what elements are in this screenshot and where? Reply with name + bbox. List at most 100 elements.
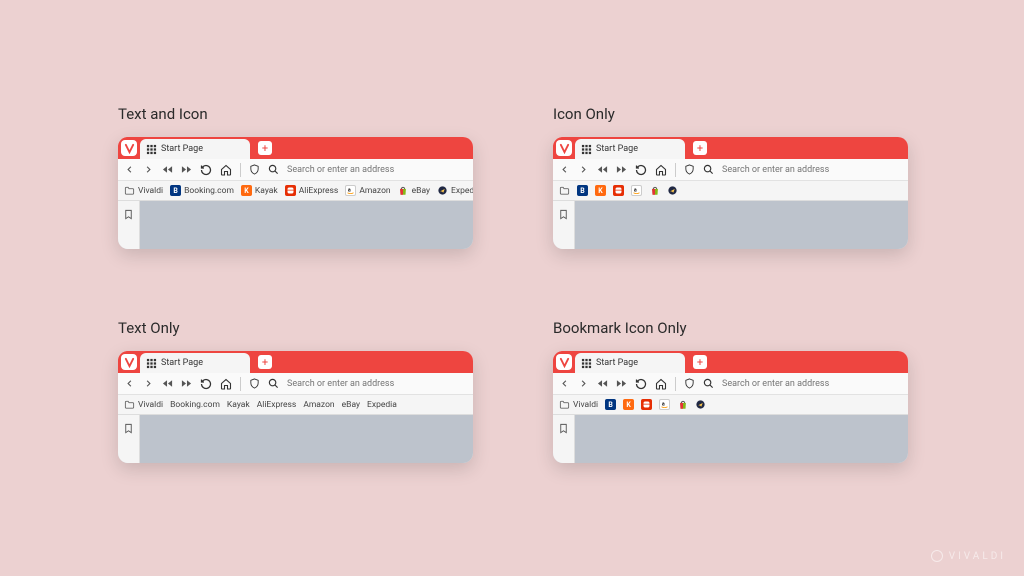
vivaldi-menu-button[interactable] — [118, 137, 140, 159]
address-input[interactable] — [287, 165, 467, 175]
new-tab-button[interactable]: + — [693, 141, 707, 155]
address-input[interactable] — [722, 165, 902, 175]
forward-button[interactable] — [578, 164, 589, 175]
back-button[interactable] — [124, 164, 135, 175]
home-button[interactable] — [655, 378, 667, 390]
bookmarks-panel-icon[interactable] — [558, 205, 569, 224]
bookmark-item[interactable]: K — [623, 399, 634, 410]
bookmark-label: Booking.com — [184, 186, 234, 196]
reload-button[interactable] — [635, 378, 647, 390]
bookmarks-panel-icon[interactable] — [123, 419, 134, 438]
back-button[interactable] — [559, 164, 570, 175]
fast-forward-button[interactable] — [616, 164, 627, 175]
bookmark-item[interactable] — [695, 399, 706, 410]
back-button[interactable] — [559, 378, 570, 389]
search-icon — [703, 164, 714, 175]
bookmark-favicon — [559, 185, 570, 196]
address-input[interactable] — [722, 379, 902, 389]
bookmark-item[interactable]: Vivaldi — [559, 399, 598, 410]
active-tab[interactable]: Start Page — [140, 353, 250, 373]
fast-forward-button[interactable] — [181, 378, 192, 389]
bookmark-item[interactable]: Amazon — [303, 400, 334, 410]
bookmark-item[interactable] — [667, 185, 678, 196]
active-tab[interactable]: Start Page — [575, 139, 685, 159]
address-input[interactable] — [287, 379, 467, 389]
bookmark-item[interactable] — [649, 185, 660, 196]
rewind-button[interactable] — [597, 164, 608, 175]
bookmark-item[interactable]: B — [577, 185, 588, 196]
bookmark-item[interactable]: KKayak — [241, 185, 278, 196]
reload-button[interactable] — [200, 378, 212, 390]
bookmark-item[interactable]: Expedia — [437, 185, 473, 196]
tab-title: Start Page — [596, 358, 638, 368]
speed-dial-icon — [146, 354, 157, 373]
vivaldi-menu-button[interactable] — [553, 351, 575, 373]
bookmark-item[interactable]: Expedia — [367, 400, 397, 410]
home-button[interactable] — [220, 378, 232, 390]
shield-icon[interactable] — [249, 164, 260, 175]
fast-forward-button[interactable] — [616, 378, 627, 389]
shield-icon[interactable] — [249, 378, 260, 389]
bookmark-item[interactable]: B — [605, 399, 616, 410]
forward-button[interactable] — [143, 378, 154, 389]
example-caption: Text Only — [118, 319, 473, 337]
bookmark-favicon — [667, 185, 678, 196]
svg-text:a: a — [662, 402, 665, 408]
back-button[interactable] — [124, 378, 135, 389]
tab-title: Start Page — [161, 358, 203, 368]
bookmarks-panel-icon[interactable] — [123, 205, 134, 224]
bookmark-item[interactable]: Vivaldi — [124, 185, 163, 196]
bookmark-item[interactable]: aAmazon — [345, 185, 390, 196]
vivaldi-logo-icon — [121, 140, 137, 156]
address-bar — [553, 373, 908, 395]
home-button[interactable] — [220, 164, 232, 176]
bookmark-favicon — [124, 399, 135, 410]
bookmark-item[interactable] — [641, 399, 652, 410]
bookmark-item[interactable]: a — [631, 185, 642, 196]
bookmark-item[interactable]: AliExpress — [285, 185, 339, 196]
bookmarks-panel-icon[interactable] — [558, 419, 569, 438]
bookmark-item[interactable] — [677, 399, 688, 410]
vivaldi-menu-button[interactable] — [118, 351, 140, 373]
reload-button[interactable] — [200, 164, 212, 176]
bookmark-item[interactable]: eBay — [398, 185, 430, 196]
active-tab[interactable]: Start Page — [140, 139, 250, 159]
divider — [240, 377, 241, 391]
rewind-button[interactable] — [162, 378, 173, 389]
bookmark-item[interactable]: a — [659, 399, 670, 410]
speed-dial-icon — [581, 354, 592, 373]
bookmark-label: Amazon — [359, 186, 390, 196]
bookmark-item[interactable]: K — [595, 185, 606, 196]
search-icon — [268, 164, 279, 175]
address-bar — [118, 373, 473, 395]
bookmark-item[interactable]: Vivaldi — [124, 399, 163, 410]
forward-button[interactable] — [578, 378, 589, 389]
bookmark-item[interactable]: Booking.com — [170, 400, 220, 410]
bookmark-item[interactable] — [613, 185, 624, 196]
home-button[interactable] — [655, 164, 667, 176]
bookmark-label: Vivaldi — [138, 400, 163, 410]
new-tab-button[interactable]: + — [693, 355, 707, 369]
new-tab-button[interactable]: + — [258, 141, 272, 155]
tab-title: Start Page — [596, 144, 638, 154]
new-tab-area: + — [689, 351, 711, 373]
forward-button[interactable] — [143, 164, 154, 175]
rewind-button[interactable] — [597, 378, 608, 389]
browser-window: Start Page + Vivaldi BKa — [553, 351, 908, 463]
rewind-button[interactable] — [162, 164, 173, 175]
new-tab-button[interactable]: + — [258, 355, 272, 369]
bookmark-item[interactable]: AliExpress — [257, 400, 297, 410]
vivaldi-menu-button[interactable] — [553, 137, 575, 159]
bookmark-label: eBay — [342, 400, 360, 410]
fast-forward-button[interactable] — [181, 164, 192, 175]
bookmark-favicon — [285, 185, 296, 196]
active-tab[interactable]: Start Page — [575, 353, 685, 373]
bookmark-item[interactable]: Kayak — [227, 400, 250, 410]
reload-button[interactable] — [635, 164, 647, 176]
bookmark-item[interactable]: BBooking.com — [170, 185, 234, 196]
shield-icon[interactable] — [684, 378, 695, 389]
shield-icon[interactable] — [684, 164, 695, 175]
bookmark-item[interactable]: eBay — [342, 400, 360, 410]
bookmark-favicon: B — [577, 185, 588, 196]
bookmark-item[interactable] — [559, 185, 570, 196]
